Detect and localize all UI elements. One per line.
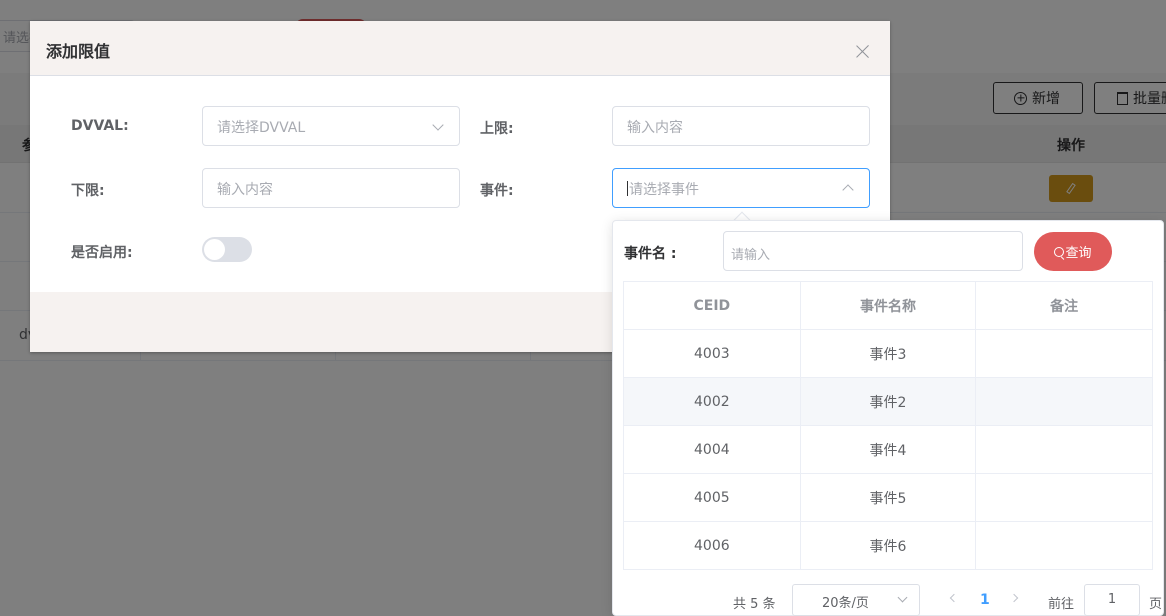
table-row[interactable]: 4003 事件3 [623, 329, 1153, 378]
event-placeholder: 请选择事件 [629, 182, 699, 198]
upper-limit-input[interactable]: 输入内容 [612, 106, 870, 146]
cell-event-name: 事件6 [799, 521, 977, 570]
cell-ceid: 4005 [623, 473, 801, 522]
search-placeholder: 请输入 [731, 248, 771, 263]
table-row[interactable]: 4006 事件6 [623, 521, 1153, 570]
cell-remark [975, 377, 1153, 426]
enabled-label: 是否启用: [71, 245, 133, 261]
search-icon [1054, 246, 1065, 257]
cell-remark [975, 425, 1153, 474]
dvval-select[interactable]: 请选择DVVAL [202, 106, 460, 146]
page-size-select[interactable]: 20条/页 [792, 584, 920, 616]
table-row[interactable]: 4005 事件5 [623, 473, 1153, 522]
upper-limit-placeholder: 输入内容 [627, 120, 683, 136]
table-header-row: CEID 事件名称 备注 [623, 281, 1153, 330]
cell-remark [975, 521, 1153, 570]
dvval-label: DVVAL: [71, 118, 129, 134]
event-select[interactable]: 请选择事件 [612, 168, 870, 208]
enabled-toggle[interactable] [202, 237, 252, 262]
prev-page-icon[interactable] [949, 593, 959, 603]
col-ceid: CEID [623, 281, 801, 330]
col-event-name: 事件名称 [799, 281, 977, 330]
lower-limit-placeholder: 输入内容 [217, 182, 273, 198]
search-button-label: 查询 [1065, 246, 1092, 261]
page-number-current[interactable]: 1 [980, 592, 990, 608]
cell-event-name: 事件4 [799, 425, 977, 474]
cell-event-name: 事件5 [799, 473, 977, 522]
cell-remark [975, 329, 1153, 378]
page-suffix: 页 [1149, 597, 1163, 612]
cell-ceid: 4003 [623, 329, 801, 378]
page-size-value: 20条/页 [822, 596, 869, 611]
event-name-search-input[interactable]: 请输入 [723, 231, 1023, 271]
event-table: CEID 事件名称 备注 4003 事件3 4002 事件2 4004 事件4 [623, 281, 1153, 570]
dvval-placeholder: 请选择DVVAL [217, 120, 306, 136]
search-button[interactable]: 查询 [1034, 232, 1112, 271]
cell-remark [975, 473, 1153, 522]
upper-limit-label: 上限: [480, 121, 514, 137]
text-caret [627, 181, 628, 196]
cell-ceid: 4004 [623, 425, 801, 474]
chevron-up-icon [842, 184, 854, 196]
next-page-icon[interactable] [1009, 593, 1019, 603]
cell-ceid: 4002 [623, 377, 801, 426]
event-popover: 事件名 : 请输入 查询 CEID 事件名称 备注 4003 事件3 4002 … [612, 220, 1164, 616]
toggle-knob [204, 239, 225, 260]
chevron-down-icon [897, 592, 908, 603]
lower-limit-input[interactable]: 输入内容 [202, 168, 460, 208]
event-label: 事件: [480, 183, 514, 199]
pagination-total: 共 5 条 [733, 597, 776, 612]
chevron-down-icon [432, 119, 444, 131]
table-row[interactable]: 4002 事件2 [623, 377, 1153, 426]
cell-event-name: 事件3 [799, 329, 977, 378]
col-remark: 备注 [975, 281, 1153, 330]
table-row[interactable]: 4004 事件4 [623, 425, 1153, 474]
dialog-header: 添加限值 [30, 21, 890, 76]
cell-ceid: 4006 [623, 521, 801, 570]
dialog-title: 添加限值 [46, 42, 111, 61]
close-icon[interactable] [856, 45, 869, 58]
lower-limit-label: 下限: [71, 183, 105, 199]
goto-page-input[interactable]: 1 [1084, 584, 1140, 616]
goto-label: 前往 [1048, 597, 1075, 612]
cell-event-name: 事件2 [799, 377, 977, 426]
event-name-label: 事件名 : [624, 246, 677, 262]
